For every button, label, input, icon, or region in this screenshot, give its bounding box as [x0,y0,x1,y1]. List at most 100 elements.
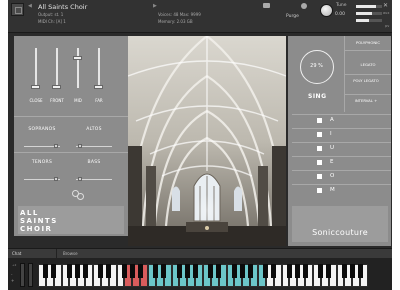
close-mic-fader-handle[interactable] [31,85,40,89]
divider [344,50,391,51]
vowel-row-u[interactable]: U [292,142,391,155]
pv-button[interactable]: pv [385,24,389,28]
piano-black-key[interactable] [294,264,300,278]
piano-black-key[interactable] [82,264,88,278]
piano-black-key[interactable] [247,264,253,278]
close-icon[interactable]: ✕ [383,2,388,9]
vowel-letter: A [330,117,334,123]
brand-logo: Soniccouture [312,228,368,237]
purge-button[interactable]: Purge [286,14,299,19]
vowel-row-a[interactable]: A [292,114,391,127]
piano-black-key[interactable] [129,264,135,278]
vowel-letter: O [330,173,335,179]
piano-black-key[interactable] [161,264,167,278]
piano-black-key[interactable] [357,264,363,278]
piano-black-key[interactable] [137,264,143,278]
piano-black-key[interactable] [302,264,308,278]
piano-black-key[interactable] [51,264,57,278]
vowel-row-m[interactable]: M [292,184,391,197]
mode-polyphonic-button[interactable]: POLYPHONIC [346,40,390,45]
instrument-name[interactable]: All Saints Choir [38,3,87,11]
vowel-checkbox[interactable] [317,174,322,179]
far-mic-fader[interactable] [98,48,100,88]
far-mic-label: FAR [95,98,103,103]
front-mic-fader[interactable] [56,48,58,88]
volume-meter-left [356,5,382,8]
church-nave-image [128,36,286,246]
vowel-row-e[interactable]: E [292,156,391,169]
aux-button[interactable]: aux [383,11,389,15]
octave-down-button[interactable]: - [11,272,12,277]
vowel-row-i[interactable]: I [292,128,391,141]
piano-black-key[interactable] [349,264,355,278]
info-icon[interactable] [301,3,307,9]
previous-instrument-icon[interactable]: ◀ [28,3,32,9]
instrument-icon[interactable] [11,3,24,16]
pitch-wheel[interactable] [20,263,25,287]
vowel-letter: E [330,159,334,165]
output-selector[interactable]: Output: st. 1 [38,12,63,17]
piano-black-key[interactable] [231,264,237,278]
sopranos-slider-handle[interactable] [54,144,58,148]
piano-black-key[interactable] [208,264,214,278]
vowel-checkbox[interactable] [317,146,322,151]
altos-label[interactable]: ALTOS [74,127,114,132]
link-icon[interactable] [72,188,84,200]
piano-black-key[interactable] [239,264,245,278]
vowel-checkbox[interactable] [317,188,322,193]
mode-interval-button[interactable]: INTERVAL + [350,98,382,103]
tab-browse[interactable]: Browse [63,251,78,256]
piano-black-key[interactable] [326,264,332,278]
vowel-row-o[interactable]: O [292,170,391,183]
piano-black-key[interactable] [192,264,198,278]
tab-chat[interactable]: Chat [12,251,21,256]
piano-black-key[interactable] [153,264,159,278]
far-mic-fader-handle[interactable] [94,85,103,89]
piano-black-key[interactable] [106,264,112,278]
sopranos-label[interactable]: SOPRANOS [22,127,62,132]
bottom-tab-bar: Chat Browse [8,248,392,259]
sing-dial[interactable]: 29 % [300,50,334,84]
piano-black-key[interactable] [98,264,104,278]
bass-slider-handle[interactable] [78,177,82,181]
title-line: ALL [20,209,39,217]
piano-black-key[interactable] [74,264,80,278]
mode-poly-legato-button[interactable]: POLY LEGATO [350,78,382,83]
piano-black-key[interactable] [216,264,222,278]
instrument-header: ◀ All Saints Choir ▶ Output: st. 1 MIDI … [8,0,392,33]
piano-black-key[interactable] [341,264,347,278]
vowel-checkbox[interactable] [317,132,322,137]
mid-mic-fader[interactable] [77,48,79,88]
piano-black-key[interactable] [318,264,324,278]
tenors-slider-handle[interactable] [54,177,58,181]
piano-black-key[interactable] [121,264,127,278]
piano-black-key[interactable] [66,264,72,278]
mod-wheel[interactable] [28,263,33,287]
bass-label[interactable]: BASS [74,160,114,165]
sing-label: SING [308,93,327,100]
close-mic-fader[interactable] [35,48,37,88]
piano-black-key[interactable] [271,264,277,278]
tenors-label[interactable]: TENORS [22,160,62,165]
piano-black-key[interactable] [286,264,292,278]
vowel-letter: I [330,131,332,137]
voices-readout: Voices: 48 Max: 9999 [158,12,201,17]
next-instrument-icon[interactable]: ▶ [153,3,157,9]
piano-keyboard[interactable] [38,264,368,287]
tune-knob[interactable] [320,4,333,17]
piano-black-key[interactable] [263,264,269,278]
midi-channel-selector[interactable]: MIDI Ch: [A] 1 [38,19,66,24]
altos-slider-handle[interactable] [78,144,82,148]
octave-up-button[interactable]: + [11,278,14,283]
piano-black-key[interactable] [43,264,49,278]
vowel-checkbox[interactable] [317,118,322,123]
mid-mic-fader-handle[interactable] [73,56,82,60]
vowel-letter: U [330,145,335,151]
snapshot-camera-icon[interactable] [263,3,270,8]
front-mic-fader-handle[interactable] [52,85,61,89]
piano-black-key[interactable] [184,264,190,278]
piano-black-key[interactable] [176,264,182,278]
vowel-checkbox[interactable] [317,160,322,165]
pan-slider[interactable] [356,19,382,22]
mode-legato-button[interactable]: LEGATO [346,62,390,67]
